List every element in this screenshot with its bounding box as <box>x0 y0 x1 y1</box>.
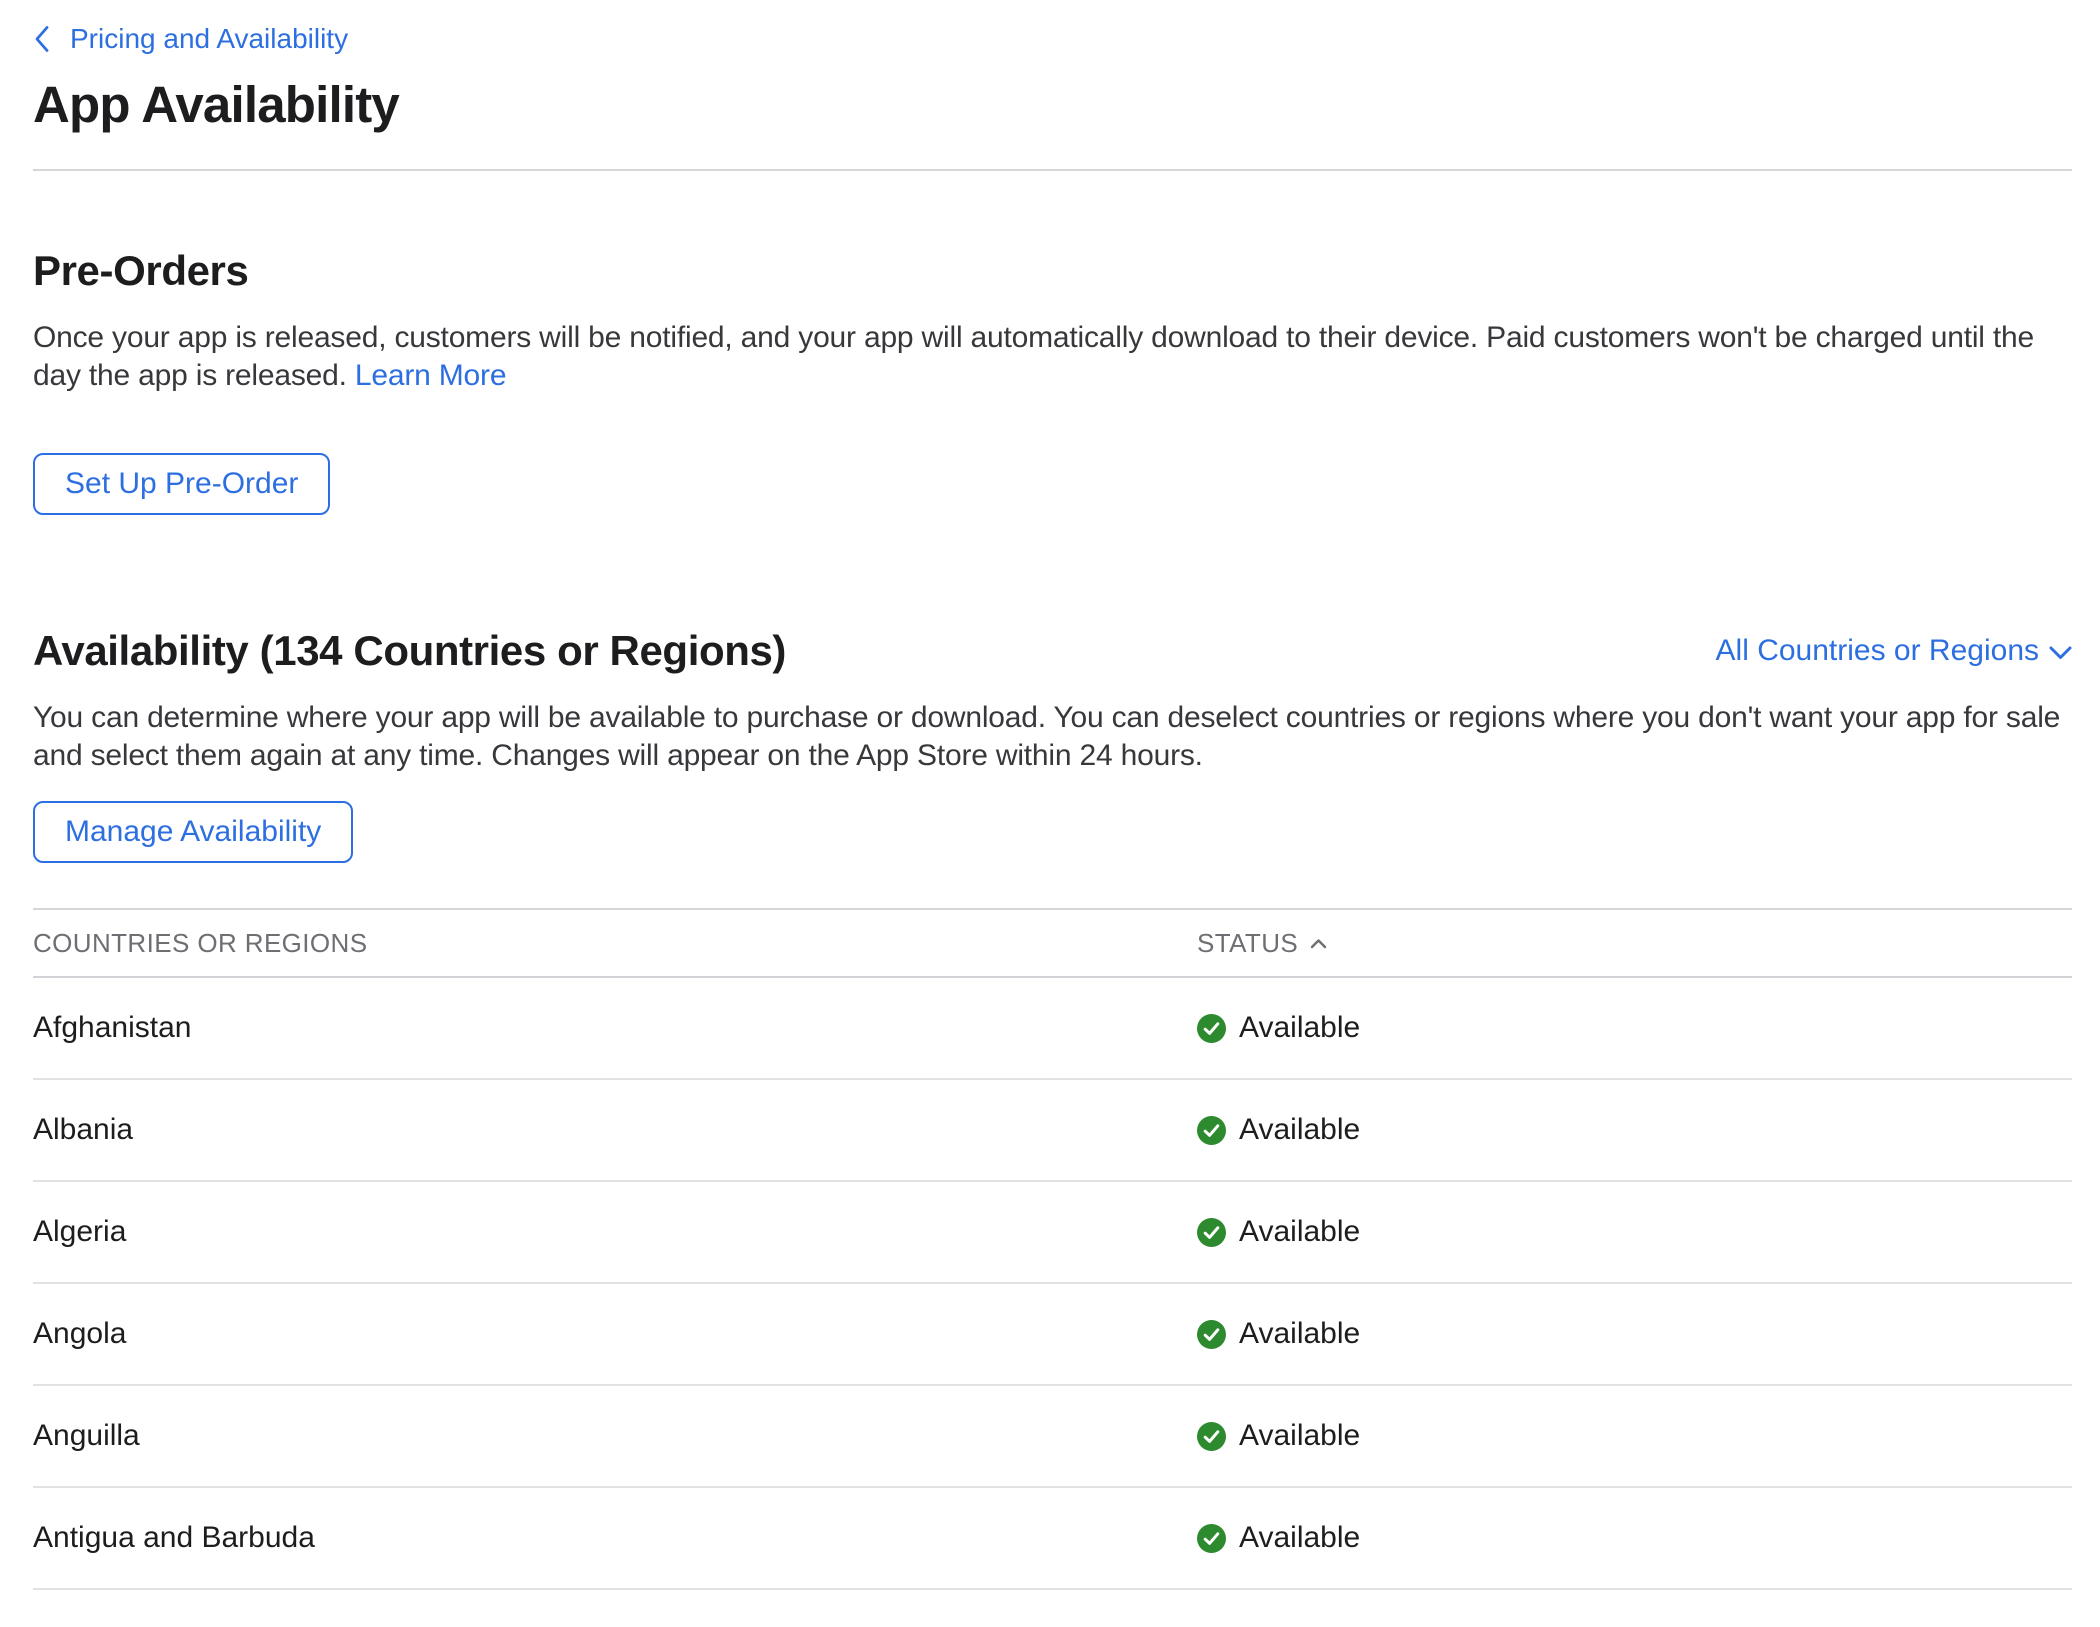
breadcrumb-label: Pricing and Availability <box>70 22 348 56</box>
availability-section: Availability (134 Countries or Regions) … <box>33 625 2072 1590</box>
status-label: Available <box>1239 1521 1360 1555</box>
page-title: App Availability <box>33 74 2072 136</box>
availability-description: You can determine where your app will be… <box>33 699 2072 775</box>
country-name: Albania <box>33 1113 1197 1147</box>
title-divider <box>33 169 2072 171</box>
available-check-icon <box>1197 1218 1226 1247</box>
table-row: Algeria Available <box>33 1182 2072 1284</box>
countries-filter-label: All Countries or Regions <box>1716 633 2039 669</box>
status-label: Available <box>1239 1317 1360 1351</box>
country-name: Angola <box>33 1317 1197 1351</box>
country-name: Antigua and Barbuda <box>33 1521 1197 1555</box>
table-row: Anguilla Available <box>33 1386 2072 1488</box>
status-label: Available <box>1239 1215 1360 1249</box>
available-check-icon <box>1197 1014 1226 1043</box>
availability-table: COUNTRIES OR REGIONS STATUS Afghanistan <box>33 908 2072 1590</box>
status-label: Available <box>1239 1011 1360 1045</box>
chevron-left-icon <box>33 25 50 53</box>
table-row: Albania Available <box>33 1080 2072 1182</box>
country-name: Afghanistan <box>33 1011 1197 1045</box>
preorders-section: Pre-Orders Once your app is released, cu… <box>33 245 2072 515</box>
country-name: Algeria <box>33 1215 1197 1249</box>
status-label: Available <box>1239 1113 1360 1147</box>
available-check-icon <box>1197 1524 1226 1553</box>
table-row: Angola Available <box>33 1284 2072 1386</box>
status-cell: Available <box>1197 1215 2072 1249</box>
preorders-heading: Pre-Orders <box>33 245 2072 297</box>
status-cell: Available <box>1197 1317 2072 1351</box>
preorders-description: Once your app is released, customers wil… <box>33 319 2072 395</box>
breadcrumb-back-link[interactable]: Pricing and Availability <box>33 22 348 56</box>
table-body: Afghanistan Available Albania Available <box>33 978 2072 1590</box>
status-cell: Available <box>1197 1419 2072 1453</box>
country-name: Anguilla <box>33 1419 1197 1453</box>
table-row: Antigua and Barbuda Available <box>33 1488 2072 1590</box>
manage-availability-button[interactable]: Manage Availability <box>33 801 353 863</box>
app-availability-page: Pricing and Availability App Availabilit… <box>0 0 2100 1590</box>
available-check-icon <box>1197 1116 1226 1145</box>
status-label: Available <box>1239 1419 1360 1453</box>
learn-more-link[interactable]: Learn More <box>355 359 506 392</box>
sort-ascending-icon <box>1310 938 1327 949</box>
table-row: Afghanistan Available <box>33 978 2072 1080</box>
status-cell: Available <box>1197 1113 2072 1147</box>
column-header-status[interactable]: STATUS <box>1197 928 2072 959</box>
set-up-preorder-button[interactable]: Set Up Pre-Order <box>33 453 330 515</box>
chevron-down-icon <box>2049 642 2072 660</box>
status-cell: Available <box>1197 1521 2072 1555</box>
availability-header: Availability (134 Countries or Regions) … <box>33 625 2072 677</box>
available-check-icon <box>1197 1422 1226 1451</box>
status-cell: Available <box>1197 1011 2072 1045</box>
availability-heading: Availability (134 Countries or Regions) <box>33 625 786 677</box>
column-header-countries[interactable]: COUNTRIES OR REGIONS <box>33 928 1197 959</box>
available-check-icon <box>1197 1320 1226 1349</box>
table-header-row: COUNTRIES OR REGIONS STATUS <box>33 908 2072 978</box>
countries-filter-dropdown[interactable]: All Countries or Regions <box>1716 633 2072 669</box>
